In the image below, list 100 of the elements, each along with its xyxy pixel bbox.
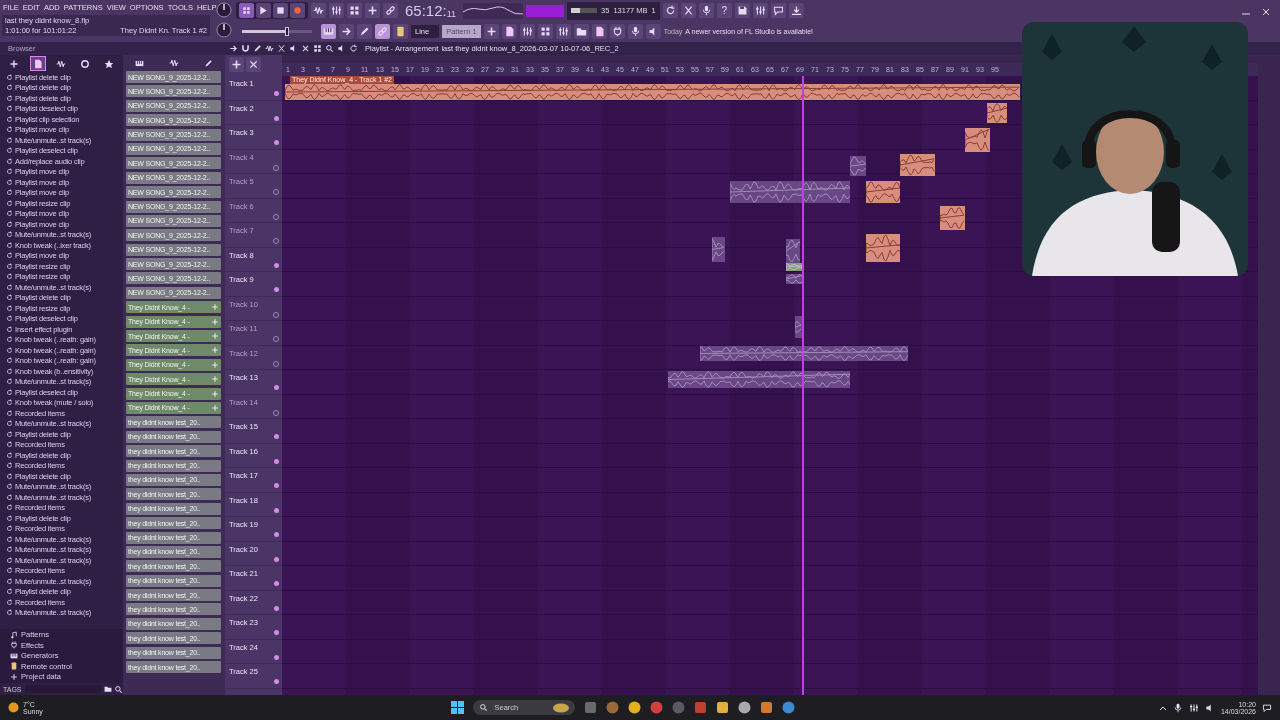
refresh-icon bbox=[6, 388, 13, 396]
pencil-icon bbox=[203, 58, 213, 68]
stop-button[interactable] bbox=[273, 3, 288, 18]
waveform-icon bbox=[313, 5, 324, 16]
sliders-button[interactable] bbox=[752, 3, 768, 18]
document-icon bbox=[32, 58, 43, 69]
folder-button[interactable] bbox=[573, 24, 589, 39]
microphone-icon bbox=[629, 26, 641, 37]
sliders-icon bbox=[331, 5, 342, 16]
app-square-icon[interactable] bbox=[760, 701, 774, 714]
refresh-icon bbox=[6, 220, 13, 228]
cross-button[interactable] bbox=[680, 3, 696, 18]
plug-button[interactable] bbox=[609, 24, 625, 39]
audio-clip[interactable] bbox=[965, 128, 990, 152]
browser-tab[interactable] bbox=[30, 57, 45, 70]
audio-clip[interactable] bbox=[285, 84, 1020, 100]
close-button[interactable] bbox=[246, 57, 261, 72]
mute-button[interactable] bbox=[274, 140, 279, 145]
mute-button[interactable] bbox=[274, 556, 279, 562]
record-button[interactable] bbox=[290, 3, 305, 18]
volume-meter bbox=[526, 4, 565, 17]
mute-button[interactable] bbox=[274, 507, 279, 513]
microphone-button[interactable] bbox=[698, 3, 714, 18]
mute-button[interactable] bbox=[274, 385, 279, 390]
audio-clip[interactable] bbox=[866, 234, 900, 262]
audio-clip[interactable] bbox=[940, 206, 965, 230]
plus-icon bbox=[10, 672, 18, 681]
plus-button[interactable] bbox=[365, 3, 380, 18]
speech-bubble-button[interactable] bbox=[770, 3, 786, 18]
windows-icon[interactable] bbox=[451, 701, 465, 714]
app-circle-icon[interactable] bbox=[606, 701, 620, 714]
mute-button[interactable] bbox=[274, 434, 279, 439]
refresh-icon bbox=[6, 441, 13, 449]
floppy-disk-button[interactable] bbox=[734, 3, 750, 18]
waveform-button[interactable] bbox=[311, 3, 326, 18]
refresh-icon bbox=[6, 147, 13, 155]
help-button[interactable]: ? bbox=[716, 3, 732, 18]
audio-clip[interactable] bbox=[795, 316, 802, 338]
app-circle-icon[interactable] bbox=[628, 701, 642, 714]
folder-icon bbox=[575, 26, 587, 37]
mute-button[interactable] bbox=[274, 630, 279, 635]
mute-button[interactable] bbox=[274, 287, 279, 292]
chevron-icon[interactable] bbox=[1158, 704, 1167, 711]
mute-button[interactable] bbox=[274, 115, 279, 121]
grid-button[interactable] bbox=[537, 24, 553, 39]
mode-button[interactable] bbox=[239, 3, 254, 18]
sliders-button[interactable] bbox=[519, 24, 535, 39]
grid-icon bbox=[313, 44, 322, 53]
download-button[interactable] bbox=[788, 3, 804, 18]
mute-button[interactable] bbox=[274, 262, 279, 268]
refresh-icon bbox=[6, 504, 13, 512]
app-circle-icon[interactable] bbox=[738, 701, 752, 714]
refresh-icon bbox=[6, 84, 13, 92]
audio-clip[interactable] bbox=[866, 181, 900, 203]
mute-button[interactable] bbox=[274, 605, 279, 611]
star-icon bbox=[104, 58, 115, 69]
remote-button[interactable] bbox=[393, 24, 408, 39]
waveform-icon bbox=[265, 44, 274, 53]
mute-button[interactable] bbox=[274, 654, 279, 660]
audio-clip[interactable] bbox=[900, 154, 935, 176]
grid-button[interactable] bbox=[347, 3, 362, 18]
mute-button[interactable] bbox=[274, 679, 279, 684]
mute-button[interactable] bbox=[274, 532, 279, 537]
sliders-button[interactable] bbox=[555, 24, 571, 39]
speaker-button[interactable] bbox=[645, 24, 661, 39]
app-circle-icon[interactable] bbox=[650, 701, 664, 714]
app-circle-icon[interactable] bbox=[782, 701, 796, 714]
mute-button[interactable] bbox=[274, 458, 279, 464]
document-icon bbox=[593, 26, 605, 37]
app-square-icon[interactable] bbox=[716, 701, 730, 714]
mute-button[interactable] bbox=[274, 483, 279, 488]
blob-icon bbox=[553, 702, 570, 713]
refresh-button[interactable] bbox=[662, 3, 678, 18]
plus-icon bbox=[211, 360, 219, 369]
slider-thumb[interactable] bbox=[284, 27, 289, 36]
close-icon[interactable] bbox=[1262, 8, 1270, 16]
knob[interactable] bbox=[216, 22, 232, 38]
audio-clip[interactable] bbox=[786, 263, 802, 271]
piano-keys-button[interactable] bbox=[321, 24, 336, 39]
refresh-icon bbox=[349, 44, 358, 53]
link-button[interactable] bbox=[383, 3, 398, 18]
plus-icon bbox=[8, 58, 19, 69]
pencil-button[interactable] bbox=[357, 24, 372, 39]
plus-button[interactable] bbox=[229, 57, 244, 72]
plus-button[interactable] bbox=[483, 24, 499, 39]
arrow-button[interactable] bbox=[339, 24, 354, 39]
sliders-button[interactable] bbox=[329, 3, 344, 18]
document-button[interactable] bbox=[501, 24, 517, 39]
knob[interactable] bbox=[216, 2, 232, 18]
refresh-icon bbox=[6, 588, 13, 596]
microphone-button[interactable] bbox=[627, 24, 643, 39]
document-button[interactable] bbox=[591, 24, 607, 39]
plus-icon bbox=[211, 375, 219, 384]
stop-icon bbox=[275, 5, 286, 16]
mute-button[interactable] bbox=[274, 581, 279, 586]
mute-button[interactable] bbox=[274, 91, 279, 96]
audio-clip[interactable] bbox=[987, 103, 1007, 123]
refresh-icon bbox=[6, 199, 13, 207]
play-button[interactable] bbox=[256, 3, 271, 18]
plus-icon bbox=[231, 59, 242, 70]
